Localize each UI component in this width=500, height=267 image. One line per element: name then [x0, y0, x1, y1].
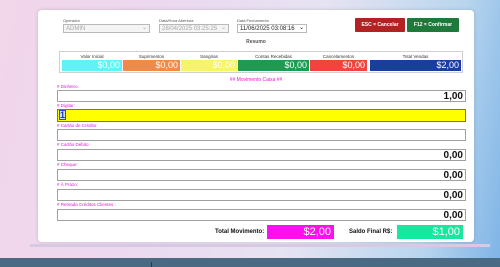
- total-vendas-label: Total Vendas: [402, 54, 429, 59]
- cartao-credito-label: # Cartão de Crédito:: [57, 123, 98, 128]
- digitar-label: # Digitar:: [57, 103, 76, 108]
- taskbar-separator: [151, 262, 152, 267]
- a-prazo-field[interactable]: 0,00: [57, 189, 466, 201]
- operador-label: Operador: [63, 18, 80, 23]
- valor-inicial-column: Valor Inicial $0,00: [62, 52, 122, 72]
- window-shadow: [30, 244, 490, 247]
- abertura-value: 28/04/2025 03:25:25: [162, 26, 218, 32]
- cheque-field[interactable]: 0,00: [57, 169, 466, 181]
- contas-recebidas-label: Contas Recebidas: [255, 54, 292, 59]
- cancelamentos-column: Cancelamentos $0,00: [310, 52, 367, 72]
- dinheiro-field[interactable]: 1,00: [57, 90, 466, 102]
- retirada-creditos-label: # Retirada Créditos Clientes :: [57, 202, 116, 207]
- operador-value: ADMIN: [66, 26, 86, 32]
- chevron-down-icon[interactable]: ⌄: [299, 25, 304, 32]
- suprimentos-column: Suprimentos $0,00: [123, 52, 180, 72]
- sangrias-column: Sangrias $0,00: [181, 52, 237, 72]
- suprimentos-value: $0,00: [123, 60, 180, 71]
- contas-recebidas-column: Contas Recebidas $0,00: [238, 52, 309, 72]
- valor-inicial-value: $0,00: [62, 60, 122, 71]
- retirada-creditos-field[interactable]: 0,00: [57, 209, 466, 221]
- abertura-field: 28/04/2025 03:25:25 ⌄: [159, 24, 229, 33]
- sangrias-value: $0,00: [181, 60, 237, 71]
- total-movimento-value: $2,00: [267, 225, 334, 239]
- dinheiro-label: # Dinheiro:: [57, 84, 79, 89]
- contas-recebidas-value: $0,00: [238, 60, 309, 71]
- cartao-credito-field[interactable]: [57, 129, 466, 141]
- movimento-title: ## Movimento Caixa ##: [229, 77, 283, 83]
- resumo-panel: Valor Inicial $0,00 Suprimentos $0,00 Sa…: [59, 51, 463, 73]
- cheque-label: # Cheque:: [57, 162, 78, 167]
- chevron-down-icon: ⌄: [141, 25, 147, 31]
- abertura-label: Data/Hora Abertura: [159, 18, 194, 23]
- cancelamentos-value: $0,00: [310, 60, 367, 71]
- fechamento-label: Data Fechamento: [237, 18, 269, 23]
- taskbar: [0, 258, 500, 267]
- digitar-field[interactable]: 1: [57, 109, 466, 122]
- saldo-final-value: $1,00: [397, 225, 463, 239]
- cancel-button[interactable]: ESC = Cancelar: [355, 18, 405, 32]
- valor-inicial-label: Valor Inicial: [80, 54, 104, 59]
- resumo-title: Resumo: [246, 39, 266, 45]
- suprimentos-label: Suprimentos: [138, 54, 165, 59]
- fechamento-caixa-window: Operador ADMIN ⌄ Data/Hora Abertura 28/0…: [38, 10, 474, 242]
- sangrias-label: Sangrias: [200, 54, 218, 59]
- cartao-debito-label: # Cartão Débito:: [57, 142, 90, 147]
- fechamento-field[interactable]: 11/06/2025 03:08:16 ⌄: [237, 24, 307, 33]
- saldo-final-label: Saldo Final R$:: [349, 229, 393, 235]
- digitar-value[interactable]: 1: [59, 110, 66, 120]
- total-vendas-column: Total Vendas $2,00: [370, 52, 461, 72]
- total-movimento-label: Total Movimento:: [215, 229, 265, 235]
- chevron-down-icon: ⌄: [220, 25, 226, 31]
- operador-field: ADMIN ⌄: [63, 24, 150, 33]
- fechamento-value: 11/06/2025 03:08:16: [240, 26, 295, 32]
- total-vendas-value: $2,00: [370, 60, 461, 71]
- cartao-debito-field[interactable]: 0,00: [57, 149, 466, 161]
- cancelamentos-label: Cancelamentos: [322, 54, 355, 59]
- confirm-button[interactable]: F12 = Confirmar: [407, 18, 459, 32]
- a-prazo-label: # À Prazo:: [57, 182, 79, 187]
